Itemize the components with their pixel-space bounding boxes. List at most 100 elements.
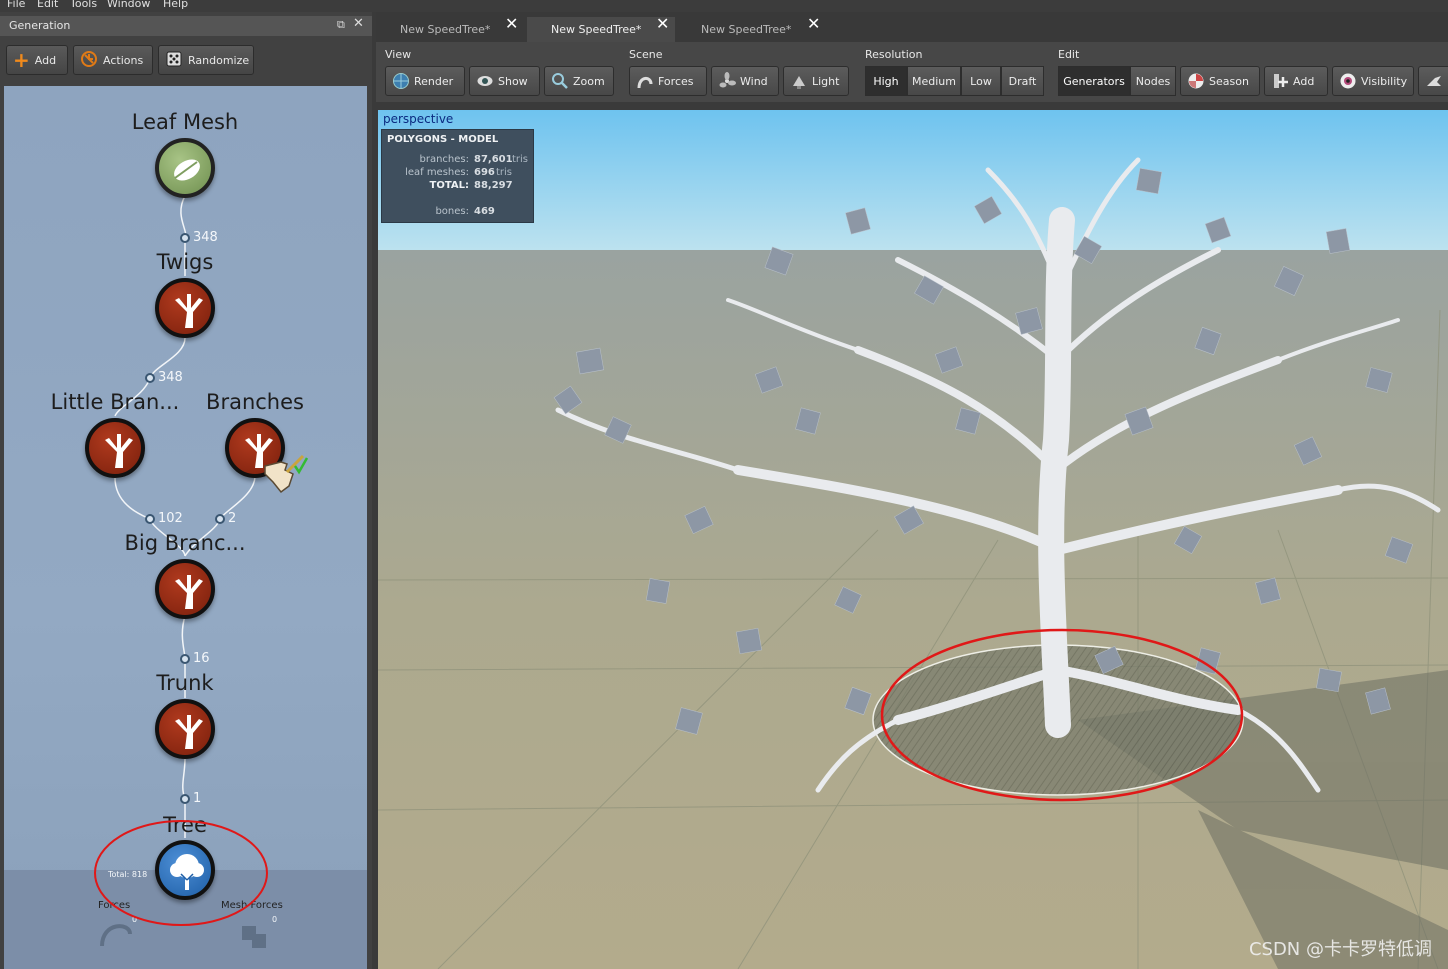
tab-document-2[interactable]: New SpeedTree* bbox=[527, 17, 675, 42]
little-branches-node[interactable] bbox=[85, 418, 145, 478]
stats-total-label: TOTAL: bbox=[429, 180, 469, 191]
toolbar-ribbon: View Render Show Zoom Scene Forces Wind … bbox=[376, 42, 1448, 102]
edit-add-label: Add bbox=[1293, 74, 1315, 88]
actions-button[interactable]: Actions bbox=[73, 45, 153, 75]
port[interactable] bbox=[145, 514, 155, 524]
forces-button[interactable]: Forces bbox=[629, 66, 707, 96]
resolution-high[interactable]: High bbox=[865, 66, 907, 96]
close-panel-icon[interactable]: ✕ bbox=[353, 16, 364, 31]
render-button[interactable]: Render bbox=[385, 66, 465, 96]
count-twigs: 348 bbox=[193, 230, 218, 245]
resolution-low[interactable]: Low bbox=[961, 66, 1001, 96]
globe-icon bbox=[393, 73, 409, 89]
viewport-mode-label[interactable]: perspective bbox=[383, 112, 453, 126]
twigs-node[interactable] bbox=[155, 278, 215, 338]
stats-leaf-label: leaf meshes: bbox=[405, 167, 469, 178]
tab-label: New SpeedTree* bbox=[400, 23, 491, 36]
node-label-trunk: Trunk bbox=[156, 671, 214, 695]
stats-bones-label: bones: bbox=[435, 206, 469, 217]
tab-label: New SpeedTree* bbox=[551, 23, 642, 36]
stats-total-value: 88,297 bbox=[474, 180, 513, 191]
branch-icon bbox=[175, 715, 203, 749]
zoom-button[interactable]: Zoom bbox=[544, 66, 614, 96]
menu-help[interactable]: Help bbox=[163, 0, 188, 10]
count-big-a: 102 bbox=[158, 511, 183, 526]
spotlight-icon bbox=[793, 76, 805, 89]
node-label-leaf-mesh: Leaf Mesh bbox=[131, 110, 239, 134]
mesh-forces-label: Mesh Forces bbox=[221, 900, 283, 911]
node-label-big-branches: Big Branc... bbox=[124, 531, 246, 555]
menu-bar: File Edit Tools Window Help bbox=[0, 0, 1448, 12]
season-button[interactable]: Season bbox=[1180, 66, 1260, 96]
3d-viewport[interactable]: perspective POLYGONS - MODEL branches: 8… bbox=[378, 110, 1448, 969]
generator-graph[interactable]: Leaf Mesh 348 Twigs 348 Little Bran... B… bbox=[4, 86, 367, 969]
leaf-mesh-node[interactable] bbox=[155, 138, 215, 198]
randomize-button-label: Randomize bbox=[188, 53, 250, 67]
group-label-scene: Scene bbox=[629, 48, 663, 61]
generation-panel: Generation ⧉ ✕ + Add Actions Randomize L… bbox=[0, 12, 372, 969]
bird-icon bbox=[1427, 76, 1441, 86]
node-label-twigs: Twigs bbox=[156, 250, 214, 274]
add-button[interactable]: + Add bbox=[6, 45, 68, 75]
fan-icon bbox=[719, 72, 736, 88]
stats-header: POLYGONS - MODEL bbox=[387, 134, 499, 145]
stats-branches-value: 87,601 bbox=[474, 154, 513, 165]
season-label: Season bbox=[1209, 74, 1249, 88]
port[interactable] bbox=[215, 514, 225, 524]
branch-icon bbox=[175, 294, 203, 328]
float-panel-icon[interactable]: ⧉ bbox=[337, 18, 345, 32]
tab-document-3[interactable]: New SpeedTree* bbox=[677, 17, 827, 42]
branch-icon bbox=[175, 575, 203, 609]
mesh-forces-icon[interactable] bbox=[236, 916, 276, 956]
show-label: Show bbox=[498, 74, 528, 88]
stats-leaf-unit: tris bbox=[496, 167, 513, 178]
menu-edit[interactable]: Edit bbox=[37, 0, 58, 10]
port[interactable] bbox=[180, 794, 190, 804]
stats-leaf-value: 696 bbox=[474, 167, 495, 178]
edit-nodes-tab[interactable]: Nodes bbox=[1130, 66, 1176, 96]
tab-label: New SpeedTree* bbox=[701, 23, 792, 36]
trunk-node[interactable] bbox=[155, 699, 215, 759]
light-button[interactable]: Light bbox=[783, 66, 849, 96]
stats-bones-value: 469 bbox=[474, 206, 495, 217]
close-tab-icon[interactable]: ✕ bbox=[807, 14, 820, 33]
forces-label: Forces bbox=[98, 900, 131, 911]
close-tab-icon[interactable]: ✕ bbox=[505, 14, 518, 33]
randomize-button[interactable]: Randomize bbox=[158, 45, 254, 75]
edit-add-button[interactable]: Add bbox=[1264, 66, 1328, 96]
menu-tools[interactable]: Tools bbox=[70, 0, 97, 10]
watermark: CSDN @卡卡罗特低调 bbox=[1248, 939, 1432, 960]
visibility-button[interactable]: Visibility bbox=[1332, 66, 1414, 96]
show-button[interactable]: Show bbox=[469, 66, 540, 96]
forces-ribbon-label: Forces bbox=[658, 74, 694, 88]
port[interactable] bbox=[145, 373, 155, 383]
big-branches-node[interactable] bbox=[155, 559, 215, 619]
overflow-tool-button[interactable] bbox=[1418, 66, 1448, 96]
menu-window[interactable]: Window bbox=[107, 0, 150, 10]
count-tree: 1 bbox=[193, 791, 202, 806]
tree-total: Total: 818 bbox=[108, 870, 148, 879]
group-label-view: View bbox=[385, 48, 412, 61]
wind-button[interactable]: Wind bbox=[711, 66, 779, 96]
resolution-draft[interactable]: Draft bbox=[1001, 66, 1044, 96]
plus-icon: + bbox=[13, 48, 30, 72]
forces-icon[interactable] bbox=[96, 912, 136, 952]
port[interactable] bbox=[180, 233, 190, 243]
tree-node[interactable] bbox=[155, 840, 215, 900]
node-label-branches: Branches bbox=[206, 390, 304, 414]
polygon-stats-panel: POLYGONS - MODEL branches: 87,601 tris l… bbox=[381, 129, 534, 223]
edit-generators-tab[interactable]: Generators bbox=[1058, 66, 1130, 96]
add-button-label: Add bbox=[34, 53, 57, 67]
node-label-tree: Tree bbox=[163, 813, 207, 837]
light-label: Light bbox=[812, 74, 840, 88]
dice-icon bbox=[165, 50, 183, 71]
actions-button-label: Actions bbox=[103, 53, 144, 67]
count-little: 348 bbox=[158, 370, 183, 385]
tab-document-1[interactable]: New SpeedTree* bbox=[376, 17, 526, 42]
visibility-eye-icon bbox=[1340, 73, 1356, 89]
close-tab-icon[interactable]: ✕ bbox=[656, 14, 669, 33]
port[interactable] bbox=[180, 654, 190, 664]
menu-file[interactable]: File bbox=[7, 0, 25, 10]
tree-scene bbox=[378, 110, 1448, 969]
resolution-medium[interactable]: Medium bbox=[907, 66, 961, 96]
